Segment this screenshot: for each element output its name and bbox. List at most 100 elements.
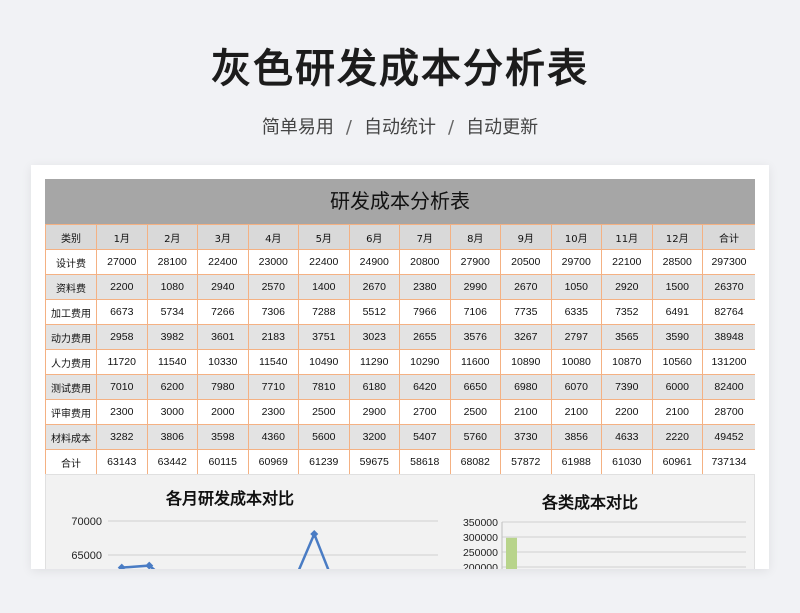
- row-label-cell[interactable]: 人力费用: [45, 349, 97, 375]
- value-cell[interactable]: 7106: [449, 299, 501, 325]
- value-cell[interactable]: 3576: [449, 324, 501, 350]
- value-cell[interactable]: 60961: [651, 449, 703, 475]
- value-cell[interactable]: 5407: [399, 424, 451, 450]
- value-cell[interactable]: 10890: [500, 349, 552, 375]
- value-cell[interactable]: 4360: [247, 424, 299, 450]
- value-cell[interactable]: 2990: [449, 274, 501, 300]
- value-cell[interactable]: 58618: [399, 449, 451, 475]
- value-cell[interactable]: 3590: [651, 324, 703, 350]
- value-cell[interactable]: 27900: [449, 249, 501, 275]
- value-cell[interactable]: 27000: [96, 249, 148, 275]
- value-cell[interactable]: 10490: [298, 349, 350, 375]
- value-cell[interactable]: 3267: [500, 324, 552, 350]
- value-cell[interactable]: 28700: [702, 399, 755, 425]
- value-cell[interactable]: 3200: [348, 424, 400, 450]
- value-cell[interactable]: 11540: [146, 349, 198, 375]
- value-cell[interactable]: 7980: [197, 374, 249, 400]
- value-cell[interactable]: 6420: [399, 374, 451, 400]
- value-cell[interactable]: 60969: [247, 449, 299, 475]
- value-cell[interactable]: 3598: [197, 424, 249, 450]
- value-cell[interactable]: 38948: [702, 324, 755, 350]
- value-cell[interactable]: 61030: [601, 449, 653, 475]
- value-cell[interactable]: 4633: [601, 424, 653, 450]
- value-cell[interactable]: 11720: [96, 349, 148, 375]
- value-cell[interactable]: 737134: [702, 449, 755, 475]
- value-cell[interactable]: 11600: [449, 349, 501, 375]
- value-cell[interactable]: 2500: [449, 399, 501, 425]
- value-cell[interactable]: 3601: [197, 324, 249, 350]
- value-cell[interactable]: 5512: [348, 299, 400, 325]
- value-cell[interactable]: 1050: [550, 274, 602, 300]
- value-cell[interactable]: 2655: [399, 324, 451, 350]
- value-cell[interactable]: 1500: [651, 274, 703, 300]
- value-cell[interactable]: 5600: [298, 424, 350, 450]
- value-cell[interactable]: 28500: [651, 249, 703, 275]
- value-cell[interactable]: 7352: [601, 299, 653, 325]
- value-cell[interactable]: 60115: [197, 449, 249, 475]
- row-label-cell[interactable]: 动力费用: [45, 324, 97, 350]
- value-cell[interactable]: 22400: [197, 249, 249, 275]
- value-cell[interactable]: 82400: [702, 374, 755, 400]
- value-cell[interactable]: 63442: [146, 449, 198, 475]
- value-cell[interactable]: 2200: [601, 399, 653, 425]
- value-cell[interactable]: 2300: [96, 399, 148, 425]
- value-cell[interactable]: 61239: [298, 449, 350, 475]
- value-cell[interactable]: 2900: [348, 399, 400, 425]
- value-cell[interactable]: 10330: [197, 349, 249, 375]
- value-cell[interactable]: 3000: [146, 399, 198, 425]
- value-cell[interactable]: 68082: [449, 449, 501, 475]
- value-cell[interactable]: 6673: [96, 299, 148, 325]
- value-cell[interactable]: 1080: [146, 274, 198, 300]
- value-cell[interactable]: 2380: [399, 274, 451, 300]
- value-cell[interactable]: 2500: [298, 399, 350, 425]
- value-cell[interactable]: 20800: [399, 249, 451, 275]
- value-cell[interactable]: 29700: [550, 249, 602, 275]
- value-cell[interactable]: 3982: [146, 324, 198, 350]
- value-cell[interactable]: 5734: [146, 299, 198, 325]
- row-label-cell[interactable]: 资料费: [45, 274, 97, 300]
- value-cell[interactable]: 22100: [601, 249, 653, 275]
- value-cell[interactable]: 3023: [348, 324, 400, 350]
- row-label-cell[interactable]: 合计: [45, 449, 97, 475]
- value-cell[interactable]: 6980: [500, 374, 552, 400]
- value-cell[interactable]: 2920: [601, 274, 653, 300]
- value-cell[interactable]: 2000: [197, 399, 249, 425]
- value-cell[interactable]: 49452: [702, 424, 755, 450]
- row-label-cell[interactable]: 材料成本: [45, 424, 97, 450]
- value-cell[interactable]: 2100: [550, 399, 602, 425]
- value-cell[interactable]: 6070: [550, 374, 602, 400]
- value-cell[interactable]: 82764: [702, 299, 755, 325]
- value-cell[interactable]: 59675: [348, 449, 400, 475]
- value-cell[interactable]: 6180: [348, 374, 400, 400]
- value-cell[interactable]: 22400: [298, 249, 350, 275]
- row-label-cell[interactable]: 评审费用: [45, 399, 97, 425]
- value-cell[interactable]: 2940: [197, 274, 249, 300]
- value-cell[interactable]: 26370: [702, 274, 755, 300]
- value-cell[interactable]: 2570: [247, 274, 299, 300]
- value-cell[interactable]: 7010: [96, 374, 148, 400]
- value-cell[interactable]: 2100: [651, 399, 703, 425]
- value-cell[interactable]: 2958: [96, 324, 148, 350]
- value-cell[interactable]: 297300: [702, 249, 755, 275]
- value-cell[interactable]: 11290: [348, 349, 400, 375]
- value-cell[interactable]: 24900: [348, 249, 400, 275]
- value-cell[interactable]: 10560: [651, 349, 703, 375]
- value-cell[interactable]: 3730: [500, 424, 552, 450]
- value-cell[interactable]: 6000: [651, 374, 703, 400]
- value-cell[interactable]: 7266: [197, 299, 249, 325]
- value-cell[interactable]: 57872: [500, 449, 552, 475]
- value-cell[interactable]: 7288: [298, 299, 350, 325]
- value-cell[interactable]: 7810: [298, 374, 350, 400]
- value-cell[interactable]: 5760: [449, 424, 501, 450]
- row-label-cell[interactable]: 设计费: [45, 249, 97, 275]
- value-cell[interactable]: 2200: [96, 274, 148, 300]
- value-cell[interactable]: 61988: [550, 449, 602, 475]
- value-cell[interactable]: 2797: [550, 324, 602, 350]
- value-cell[interactable]: 20500: [500, 249, 552, 275]
- value-cell[interactable]: 28100: [146, 249, 198, 275]
- value-cell[interactable]: 1400: [298, 274, 350, 300]
- value-cell[interactable]: 11540: [247, 349, 299, 375]
- row-label-cell[interactable]: 测试费用: [45, 374, 97, 400]
- value-cell[interactable]: 3751: [298, 324, 350, 350]
- value-cell[interactable]: 10290: [399, 349, 451, 375]
